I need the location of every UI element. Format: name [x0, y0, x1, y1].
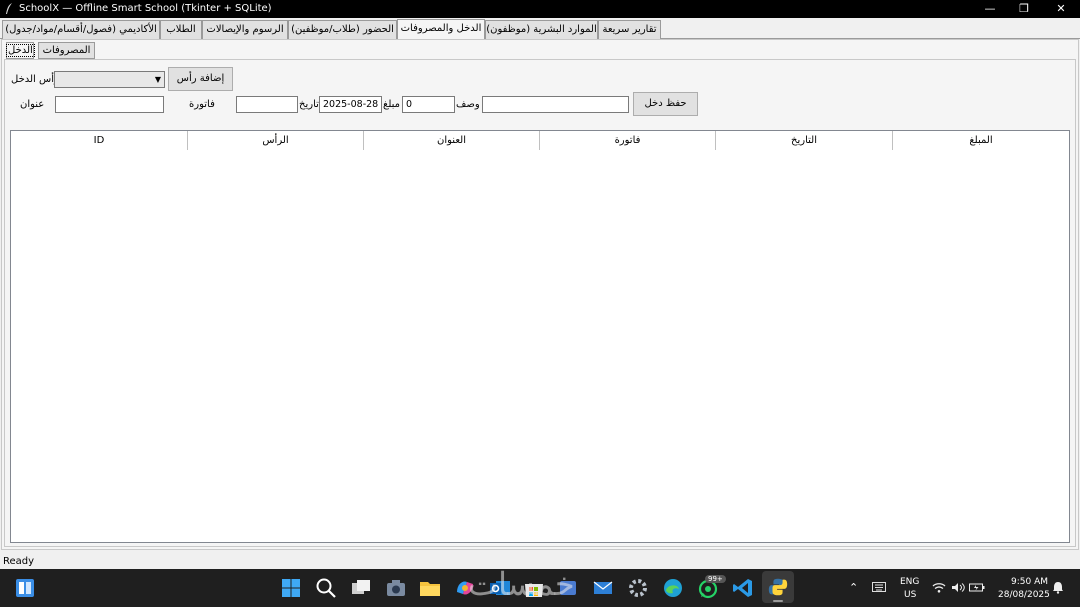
task-view-icon[interactable]	[349, 576, 373, 600]
head-label: رأس الدخل	[11, 74, 59, 85]
widgets-icon[interactable]	[14, 577, 36, 599]
tab-fees-receipts[interactable]: الرسوم والإيصالات	[202, 20, 288, 39]
clock-date[interactable]: 28/08/2025	[998, 590, 1050, 600]
start-icon[interactable]	[279, 576, 303, 600]
income-head-combobox[interactable]: ▼	[54, 71, 165, 88]
notification-badge: 99+	[705, 575, 726, 583]
amount-label: مبلغ	[383, 99, 401, 110]
subtab-expenses[interactable]: المصروفات	[38, 42, 95, 59]
mail-icon[interactable]	[591, 576, 615, 600]
search-icon[interactable]	[314, 576, 338, 600]
title-entry[interactable]	[55, 96, 164, 113]
tab-quick-reports[interactable]: تقارير سريعة	[598, 20, 661, 39]
minimize-button[interactable]: —	[972, 0, 1008, 18]
python-icon	[768, 578, 788, 596]
battery-icon[interactable]	[969, 582, 985, 593]
save-income-button[interactable]: حفظ دخل	[633, 92, 698, 116]
vscode-icon[interactable]	[731, 576, 755, 600]
dropdown-arrow-icon[interactable]: ▼	[152, 72, 164, 87]
column-header-id[interactable]: ID	[11, 131, 188, 150]
notification-bell-icon[interactable]	[1052, 581, 1064, 594]
date-label: تاريخ	[299, 99, 319, 110]
tab-income-expenses[interactable]: الدخل والمصروفات	[397, 19, 485, 40]
edge-icon[interactable]	[661, 576, 685, 600]
column-header-head[interactable]: الرأس	[188, 131, 364, 150]
file-explorer-icon[interactable]	[418, 576, 442, 600]
amount-entry[interactable]: 0	[402, 96, 455, 113]
invoice-label: فاتورة	[189, 99, 215, 110]
language-code[interactable]: ENG	[900, 577, 919, 587]
keyboard-icon[interactable]	[872, 582, 886, 592]
title-bar: SchoolX — Offline Smart School (Tkinter …	[0, 0, 1080, 18]
income-table[interactable]: ID الرأس العنوان فاتورة التاريخ المبلغ	[10, 130, 1070, 543]
column-header-date[interactable]: التاريخ	[716, 131, 893, 150]
table-header: ID الرأس العنوان فاتورة التاريخ المبلغ	[11, 131, 1069, 150]
subtab-income-label: الدخل	[6, 44, 35, 57]
description-label: وصف	[456, 99, 480, 110]
column-header-amount[interactable]: المبلغ	[893, 131, 1069, 150]
chevron-up-icon[interactable]: ⌃	[849, 581, 858, 594]
python-app-active[interactable]	[762, 571, 794, 603]
watermark-text: خمسات	[468, 565, 575, 603]
clock-time[interactable]: 9:50 AM	[1011, 577, 1048, 587]
main-tab-strip: الأكاديمي (فصول/أقسام/مواد/جدول) الطلاب …	[0, 19, 1080, 40]
status-text: Ready	[3, 556, 35, 567]
settings-gear-icon[interactable]	[626, 576, 650, 600]
volume-icon[interactable]	[951, 582, 965, 593]
tab-academic[interactable]: الأكاديمي (فصول/أقسام/مواد/جدول)	[2, 20, 160, 39]
subtab-income[interactable]: الدخل	[6, 42, 35, 59]
camera-icon[interactable]	[384, 576, 408, 600]
column-header-title[interactable]: العنوان	[364, 131, 540, 150]
date-entry[interactable]: 2025-08-28	[319, 96, 382, 113]
description-entry[interactable]	[482, 96, 629, 113]
column-header-invoice[interactable]: فاتورة	[540, 131, 716, 150]
title-label: عنوان	[20, 99, 45, 110]
active-indicator	[773, 600, 783, 602]
close-button[interactable]: ✕	[1043, 0, 1079, 18]
wifi-icon[interactable]	[932, 582, 946, 593]
region-code[interactable]: US	[904, 590, 916, 600]
tab-students[interactable]: الطلاب	[160, 20, 202, 39]
invoice-entry[interactable]	[236, 96, 298, 113]
tab-human-resources[interactable]: الموارد البشرية (موظفون)	[485, 20, 598, 39]
add-head-button[interactable]: إضافة رأس	[168, 67, 233, 91]
window-title: SchoolX — Offline Smart School (Tkinter …	[19, 3, 272, 14]
tab-attendance[interactable]: الحضور (طلاب/موظفين)	[288, 20, 397, 39]
feather-icon	[6, 3, 12, 14]
restore-button[interactable]: ❐	[1006, 0, 1042, 18]
